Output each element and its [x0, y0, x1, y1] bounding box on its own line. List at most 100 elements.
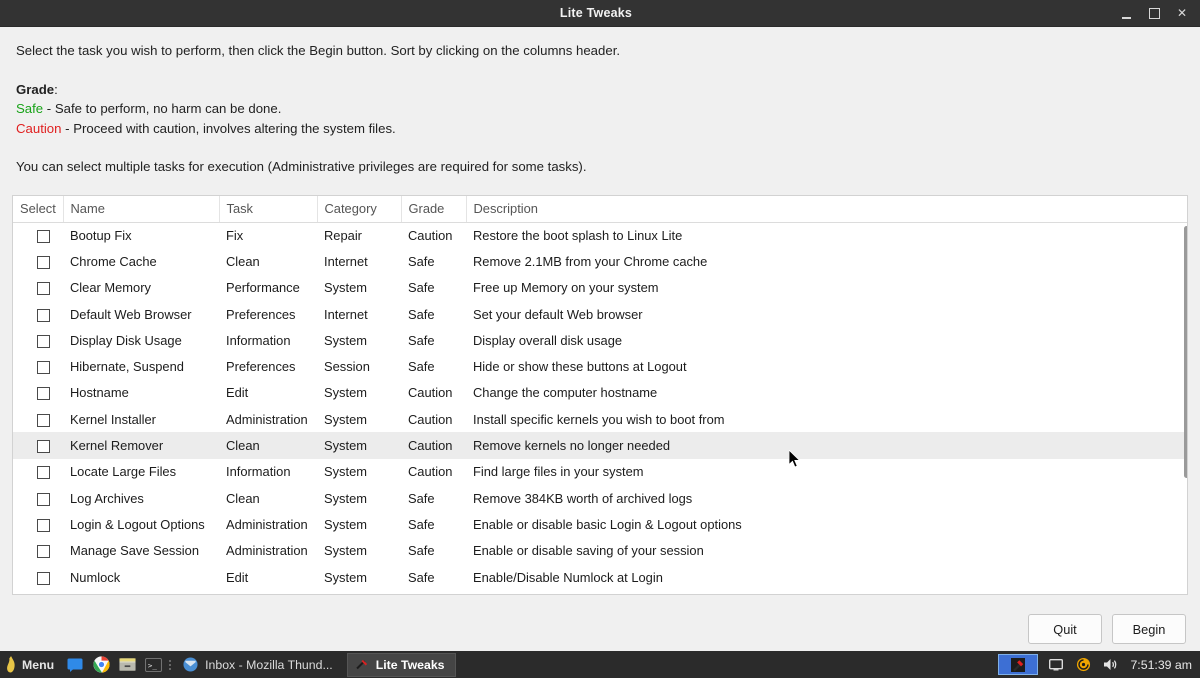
svg-text:>_: >_	[148, 660, 157, 669]
cell-category: Internet	[317, 301, 401, 327]
window-title: Lite Tweaks	[0, 6, 1112, 20]
row-checkbox[interactable]	[37, 414, 50, 427]
begin-button[interactable]: Begin	[1112, 614, 1186, 644]
row-checkbox[interactable]	[37, 387, 50, 400]
cell-task: Preferences	[219, 353, 317, 379]
window-titlebar[interactable]: Lite Tweaks ✕	[0, 0, 1200, 27]
lite-tweaks-tray-icon	[1011, 658, 1025, 672]
cell-select	[13, 353, 63, 379]
grade-heading: Grade:	[16, 80, 1184, 100]
row-checkbox[interactable]	[37, 361, 50, 374]
launcher-chrome[interactable]	[88, 651, 114, 678]
cell-task: Edit	[219, 564, 317, 590]
table-row[interactable]: NumlockEditSystemSafeEnable/Disable Numl…	[13, 564, 1187, 590]
table-row[interactable]: Kernel RemoverCleanSystemCautionRemove k…	[13, 432, 1187, 458]
table-row[interactable]: Display Disk UsageInformationSystemSafeD…	[13, 327, 1187, 353]
cell-select	[13, 275, 63, 301]
caution-keyword: Caution	[16, 121, 61, 136]
cell-category: System	[317, 564, 401, 590]
cell-name: Numlock	[63, 564, 219, 590]
row-checkbox[interactable]	[37, 519, 50, 532]
desktop-taskbar: Menu >_	[0, 651, 1200, 678]
taskbar-window-label: Inbox - Mozilla Thund...	[205, 658, 333, 672]
tray-lite-tweaks-item[interactable]	[998, 654, 1038, 675]
column-header-select[interactable]: Select	[13, 196, 63, 222]
cell-task: Administration	[219, 406, 317, 432]
column-header-description[interactable]: Description	[466, 196, 1187, 222]
cell-description: Set your default Web browser	[466, 301, 1187, 327]
taskbar-window-lite-tweaks[interactable]: Lite Tweaks	[347, 653, 456, 677]
row-checkbox[interactable]	[37, 440, 50, 453]
cell-name: Kernel Installer	[63, 406, 219, 432]
quit-button[interactable]: Quit	[1028, 614, 1102, 644]
cell-select	[13, 248, 63, 274]
cell-description: Free up Memory on your system	[466, 275, 1187, 301]
close-icon[interactable]: ✕	[1168, 0, 1196, 27]
row-checkbox[interactable]	[37, 256, 50, 269]
column-header-task[interactable]: Task	[219, 196, 317, 222]
row-checkbox[interactable]	[37, 230, 50, 243]
launcher-file-manager[interactable]	[114, 651, 140, 678]
table-row[interactable]: Bootup FixFixRepairCautionRestore the bo…	[13, 222, 1187, 248]
cell-category: System	[317, 511, 401, 537]
taskbar-clock[interactable]: 7:51:39 am	[1128, 658, 1192, 672]
taskbar-separator	[166, 651, 173, 678]
cell-description: Install specific kernels you wish to boo…	[466, 406, 1187, 432]
cell-category: System	[317, 432, 401, 458]
cell-select	[13, 222, 63, 248]
table-row[interactable]: Manage Save SessionAdministrationSystemS…	[13, 538, 1187, 564]
volume-icon[interactable]	[1101, 651, 1119, 678]
table-row[interactable]: Kernel InstallerAdministrationSystemCaut…	[13, 406, 1187, 432]
launcher-chat[interactable]	[62, 651, 88, 678]
tasks-table-body: Bootup FixFixRepairCautionRestore the bo…	[13, 222, 1187, 590]
minimize-button[interactable]	[1112, 0, 1140, 27]
table-header-row: SelectNameTaskCategoryGradeDescription	[13, 196, 1187, 222]
taskbar-window-thunderbird[interactable]: Inbox - Mozilla Thund...	[176, 653, 344, 677]
row-checkbox[interactable]	[37, 493, 50, 506]
table-row[interactable]: Locate Large FilesInformationSystemCauti…	[13, 459, 1187, 485]
row-checkbox[interactable]	[37, 282, 50, 295]
scrollbar-thumb[interactable]	[1184, 226, 1188, 478]
cell-name: Bootup Fix	[63, 222, 219, 248]
start-menu-button[interactable]: Menu	[0, 651, 62, 678]
table-row[interactable]: Chrome CacheCleanInternetSafeRemove 2.1M…	[13, 248, 1187, 274]
cell-category: System	[317, 327, 401, 353]
column-header-grade[interactable]: Grade	[401, 196, 466, 222]
launcher-terminal[interactable]: >_	[140, 651, 166, 678]
row-checkbox[interactable]	[37, 335, 50, 348]
table-row[interactable]: Log ArchivesCleanSystemSafeRemove 384KB …	[13, 485, 1187, 511]
table-vertical-scrollbar[interactable]	[1183, 226, 1188, 595]
table-row[interactable]: Default Web BrowserPreferencesInternetSa…	[13, 301, 1187, 327]
cell-task: Preferences	[219, 301, 317, 327]
cell-category: System	[317, 380, 401, 406]
cell-grade: Safe	[401, 353, 466, 379]
cell-grade: Safe	[401, 511, 466, 537]
column-header-category[interactable]: Category	[317, 196, 401, 222]
updates-icon[interactable]	[1074, 651, 1092, 678]
table-row[interactable]: Login & Logout OptionsAdministrationSyst…	[13, 511, 1187, 537]
cell-name: Clear Memory	[63, 275, 219, 301]
row-checkbox[interactable]	[37, 309, 50, 322]
table-row[interactable]: HostnameEditSystemCautionChange the comp…	[13, 380, 1187, 406]
cell-select	[13, 564, 63, 590]
row-checkbox[interactable]	[37, 466, 50, 479]
table-row[interactable]: Clear MemoryPerformanceSystemSafeFree up…	[13, 275, 1187, 301]
cell-description: Remove 2.1MB from your Chrome cache	[466, 248, 1187, 274]
cell-task: Administration	[219, 511, 317, 537]
cell-task: Clean	[219, 485, 317, 511]
cell-description: Restore the boot splash to Linux Lite	[466, 222, 1187, 248]
row-checkbox[interactable]	[37, 545, 50, 558]
cell-name: Hostname	[63, 380, 219, 406]
tasks-table: SelectNameTaskCategoryGradeDescription B…	[13, 196, 1187, 590]
thunderbird-icon	[183, 657, 198, 672]
cell-grade: Caution	[401, 459, 466, 485]
row-checkbox[interactable]	[37, 572, 50, 585]
column-header-name[interactable]: Name	[63, 196, 219, 222]
maximize-button[interactable]	[1140, 0, 1168, 27]
cell-grade: Safe	[401, 485, 466, 511]
cell-category: System	[317, 406, 401, 432]
table-row[interactable]: Hibernate, SuspendPreferencesSessionSafe…	[13, 353, 1187, 379]
taskbar-window-label: Lite Tweaks	[376, 658, 445, 672]
lite-tweaks-window: Select the task you wish to perform, the…	[0, 27, 1200, 651]
display-icon[interactable]	[1047, 651, 1065, 678]
